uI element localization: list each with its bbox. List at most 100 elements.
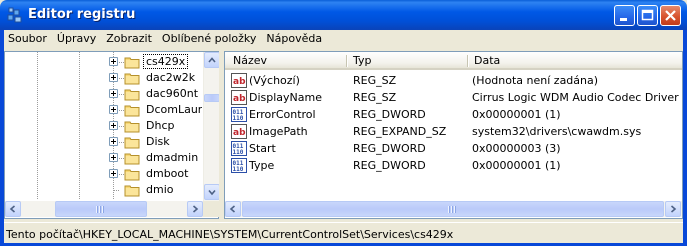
scroll-thumb[interactable] <box>242 201 664 217</box>
key-tree-pane[interactable]: cs429x dac2w2k dac960nt DcomLaunch Dhcp <box>4 51 220 219</box>
window-title: Editor registru <box>28 7 136 22</box>
folder-icon <box>124 153 140 165</box>
scroll-thumb[interactable] <box>204 94 220 102</box>
expand-icon[interactable] <box>109 105 118 114</box>
tree-item-label: dmboot <box>146 167 189 180</box>
binary-value-icon: 011110 <box>231 158 247 173</box>
tree-item-cs429x[interactable]: cs429x <box>5 54 202 70</box>
tree-item-dmadmin[interactable]: dmadmin <box>5 150 202 166</box>
value-data: system32\drivers\cwawdm.sys <box>472 125 642 138</box>
tree-item-label: dac2w2k <box>146 71 196 84</box>
chevron-right-icon <box>192 205 199 213</box>
menu-oblibene-polozky[interactable]: Oblíbené položky <box>158 30 263 49</box>
tree-item-dmboot[interactable]: dmboot <box>5 166 202 182</box>
value-row[interactable]: ab DisplayName REG_SZ Cirrus Logic WDM A… <box>225 89 682 106</box>
value-name: Type <box>249 159 275 172</box>
value-name: DisplayName <box>249 91 322 104</box>
string-value-icon: ab <box>231 73 247 88</box>
column-header-name[interactable]: Název <box>229 54 267 68</box>
value-type: REG_DWORD <box>353 142 426 155</box>
tree-item-dac960nt[interactable]: dac960nt <box>5 86 202 102</box>
folder-icon <box>124 57 140 69</box>
scroll-up-button[interactable] <box>204 52 220 68</box>
status-bar: Tento počítač\HKEY_LOCAL_MACHINE\SYSTEM\… <box>4 222 683 243</box>
tree-item-label: dac960nt <box>146 87 199 100</box>
value-data: (Hodnota není zadána) <box>472 74 599 87</box>
string-value-icon: ab <box>231 124 247 139</box>
folder-icon <box>124 121 140 133</box>
value-row[interactable]: ab ImagePath REG_EXPAND_SZ system32\driv… <box>225 123 682 140</box>
menu-soubor[interactable]: Soubor <box>4 30 53 49</box>
scroll-thumb[interactable] <box>55 201 147 217</box>
tree-item-label: cs429x <box>142 54 189 69</box>
tree-item-disk[interactable]: Disk <box>5 134 202 150</box>
scroll-right-button[interactable] <box>665 201 681 217</box>
list-horizontal-scrollbar[interactable] <box>225 201 682 217</box>
window-frame-right <box>683 30 687 246</box>
tree-item-dhcp[interactable]: Dhcp <box>5 118 202 134</box>
value-type: REG_DWORD <box>353 108 426 121</box>
tree-item-dac2w2k[interactable]: dac2w2k <box>5 70 202 86</box>
expand-icon[interactable] <box>109 121 118 130</box>
value-type: REG_SZ <box>353 91 397 104</box>
close-icon <box>665 10 676 21</box>
tree-item-dmio[interactable]: dmio <box>5 182 202 198</box>
svg-text:ab: ab <box>233 128 246 138</box>
maximize-icon <box>641 9 654 21</box>
expand-icon[interactable] <box>109 169 118 178</box>
expand-icon[interactable] <box>109 153 118 162</box>
scroll-right-button[interactable] <box>187 201 203 217</box>
column-divider[interactable] <box>346 55 347 67</box>
expand-icon[interactable] <box>109 57 118 66</box>
value-data: 0x00000001 (1) <box>472 108 561 121</box>
menu-upravy[interactable]: Úpravy <box>53 30 102 49</box>
value-data: 0x00000001 (1) <box>472 159 561 172</box>
scroll-down-button[interactable] <box>204 184 220 200</box>
svg-text:110: 110 <box>233 149 244 156</box>
svg-text:ab: ab <box>233 94 246 104</box>
tree-vertical-scrollbar[interactable] <box>203 52 220 201</box>
tree-item-label: Dhcp <box>146 119 175 132</box>
registry-editor-icon <box>7 7 22 23</box>
scroll-left-button[interactable] <box>225 201 241 217</box>
scroll-corner <box>203 201 219 217</box>
scroll-left-button[interactable] <box>5 201 21 217</box>
folder-icon <box>124 105 140 117</box>
column-header-data[interactable]: Data <box>470 54 500 68</box>
title-bar[interactable]: Editor registru <box>0 0 687 30</box>
value-type: REG_DWORD <box>353 159 426 172</box>
tree-item-label: Disk <box>146 135 170 148</box>
maximize-button[interactable] <box>637 5 658 26</box>
chevron-down-icon <box>208 189 216 196</box>
minimize-icon <box>620 18 627 21</box>
value-name: Start <box>249 142 276 155</box>
tree-item-label: dmio <box>146 183 174 196</box>
expand-icon[interactable] <box>109 73 118 82</box>
value-name: ErrorControl <box>249 108 316 121</box>
value-row[interactable]: 011 110 Type REG_DWORD 0x00000001 (1) <box>225 157 682 174</box>
expand-icon[interactable] <box>109 137 118 146</box>
folder-icon <box>124 185 140 197</box>
close-button[interactable] <box>660 5 681 26</box>
minimize-button[interactable] <box>614 5 635 26</box>
value-name: ImagePath <box>249 125 308 138</box>
value-row[interactable]: 011 110 Start REG_DWORD 0x00000003 (3) <box>225 140 682 157</box>
column-divider[interactable] <box>467 55 468 67</box>
tree-item-dcomlaunch[interactable]: DcomLaunch <box>5 102 202 118</box>
folder-icon <box>124 169 140 181</box>
folder-icon <box>124 89 140 101</box>
tree-horizontal-scrollbar[interactable] <box>5 201 203 217</box>
values-list-pane[interactable]: Název Typ Data ab (Výchozí) REG_SZ (Hodn… <box>224 51 683 219</box>
column-header-type[interactable]: Typ <box>349 54 372 68</box>
value-row[interactable]: ab (Výchozí) REG_SZ (Hodnota není zadána… <box>225 72 682 89</box>
folder-icon <box>124 73 140 85</box>
chevron-up-icon <box>208 57 216 63</box>
menu-napoveda[interactable]: Nápověda <box>262 30 328 49</box>
expand-icon[interactable] <box>109 89 118 98</box>
folder-icon <box>124 137 140 149</box>
menu-zobrazit[interactable]: Zobrazit <box>102 30 158 49</box>
binary-value-icon: 011110 <box>231 107 247 122</box>
chevron-right-icon <box>670 205 677 213</box>
value-type: REG_EXPAND_SZ <box>353 125 447 138</box>
value-row[interactable]: 011 110 ErrorControl REG_DWORD 0x00000001… <box>225 106 682 123</box>
